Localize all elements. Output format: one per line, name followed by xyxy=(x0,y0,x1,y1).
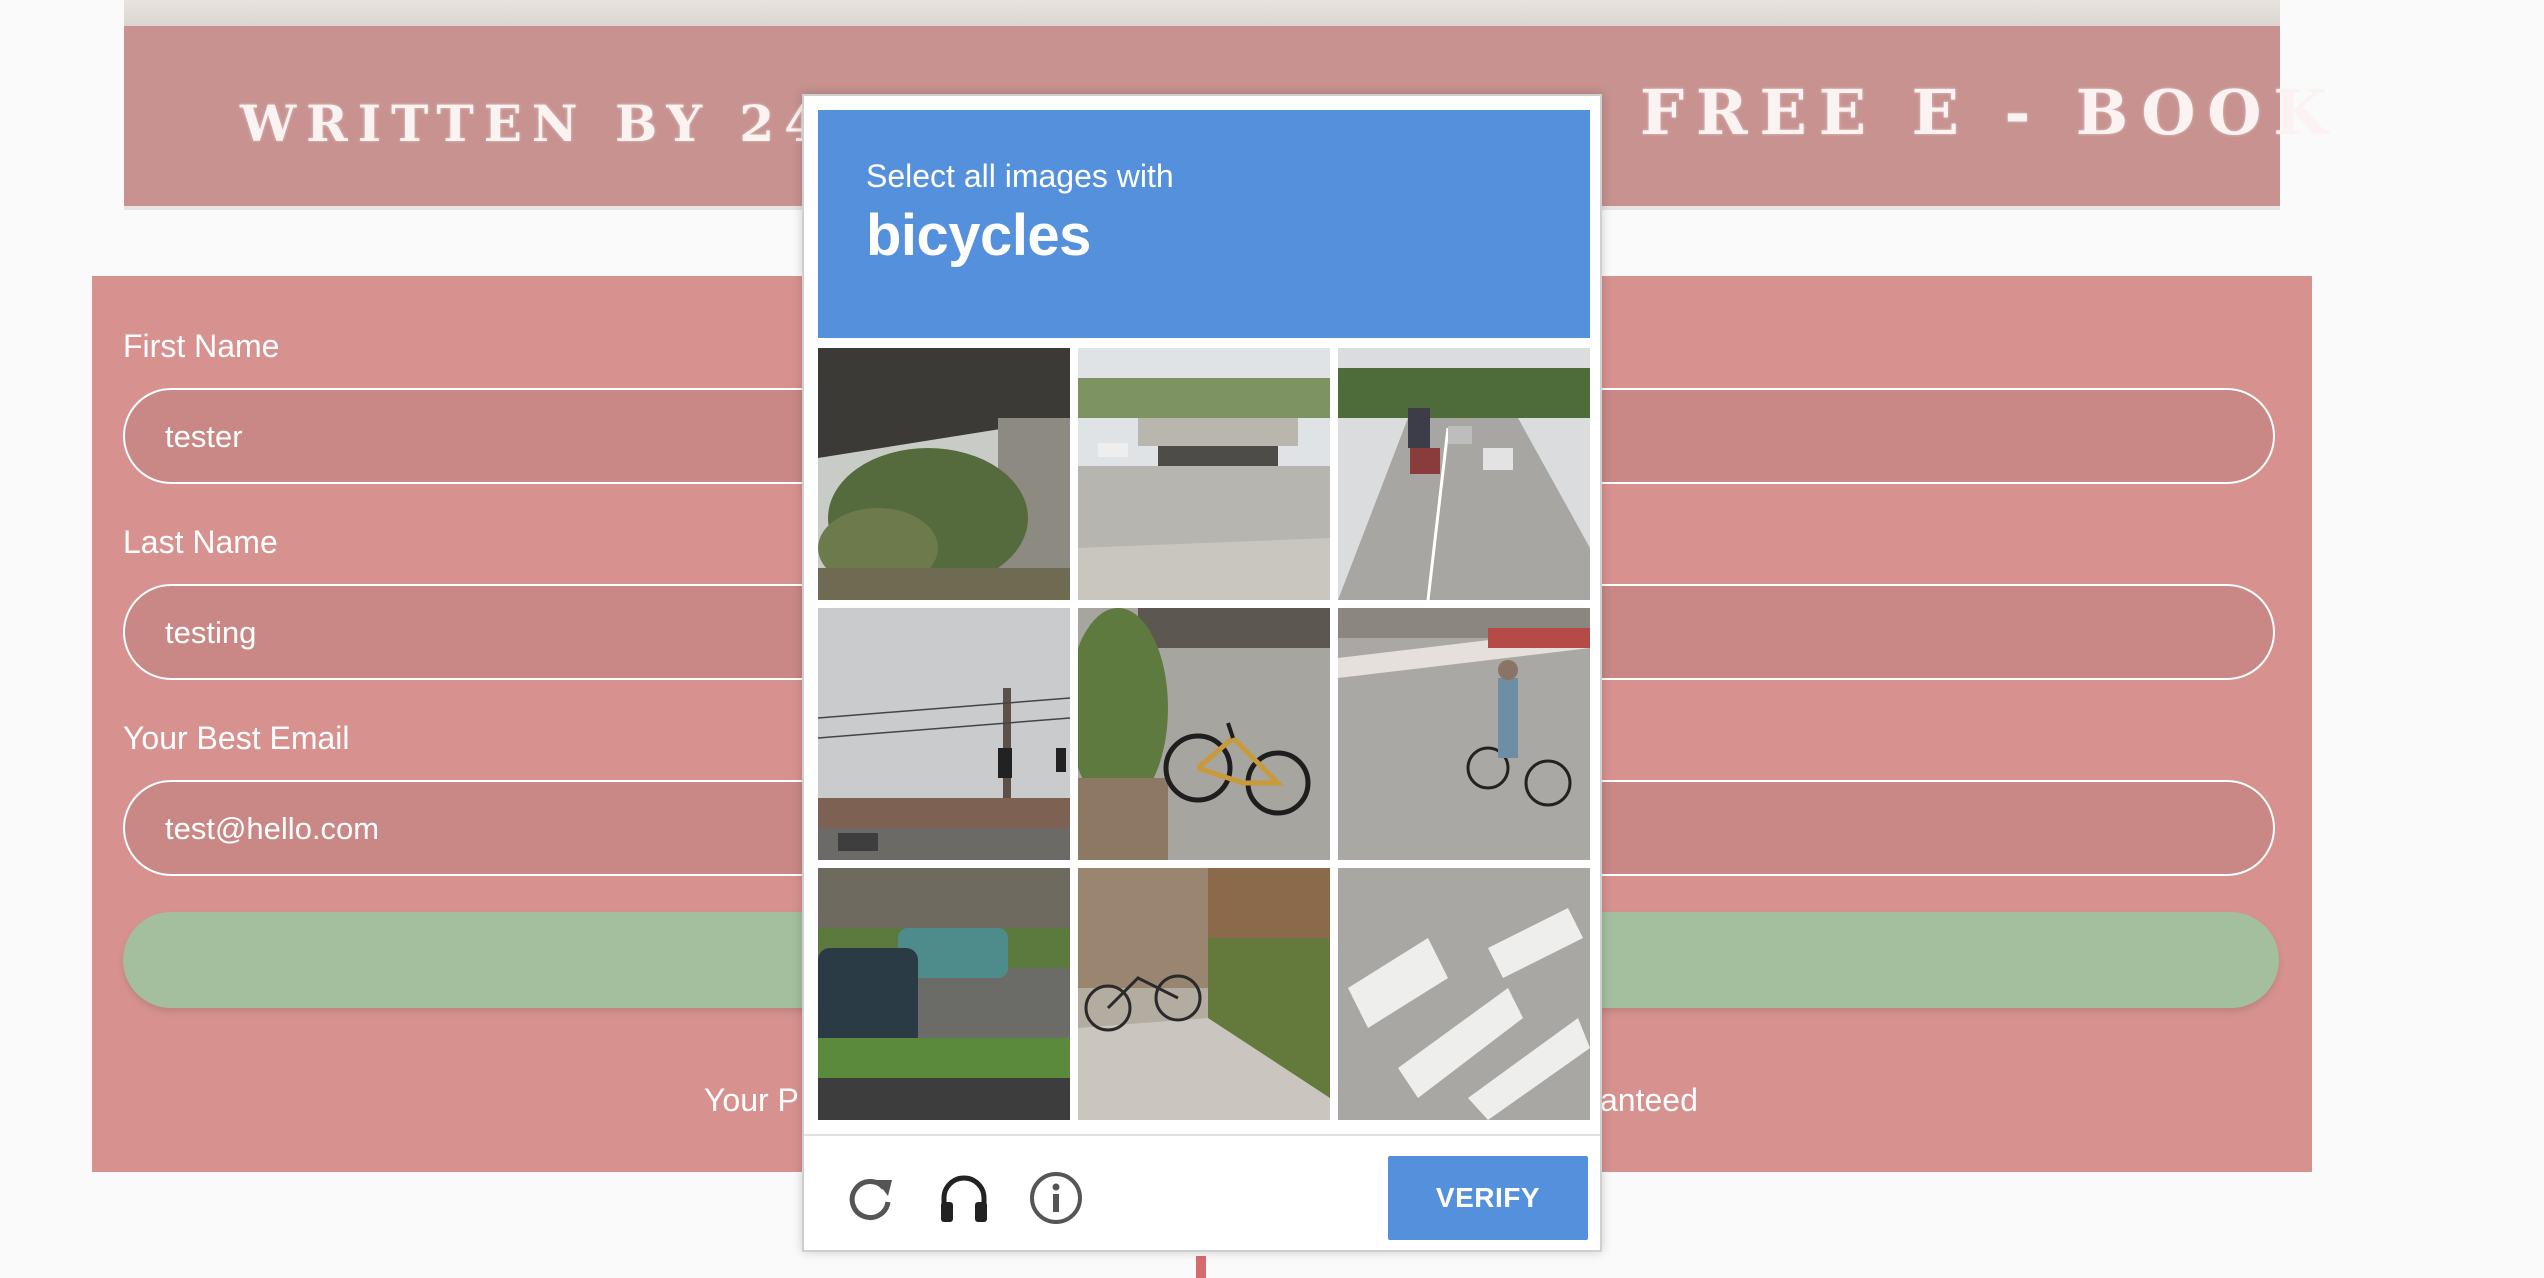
captcha-image-grid xyxy=(818,348,1590,1120)
headphones-icon[interactable] xyxy=(934,1168,994,1228)
captcha-challenge: Select all images with bicycles VERIFY xyxy=(802,94,1602,1252)
captcha-instruction: Select all images with xyxy=(866,158,1174,194)
banner-title-text: FREE E - BOOK xyxy=(1640,76,2340,149)
captcha-target: bicycles xyxy=(866,203,1091,268)
captcha-tile-8[interactable] xyxy=(1078,868,1330,1120)
divider-accent xyxy=(1196,1256,1206,1278)
captcha-tile-3[interactable] xyxy=(1338,348,1590,600)
captcha-tile-7[interactable] xyxy=(818,868,1070,1120)
last-name-label: Last Name xyxy=(123,524,278,560)
privacy-text-left: Your P xyxy=(704,1082,799,1118)
privacy-text-right: anteed xyxy=(1600,1082,1698,1118)
captcha-tile-5[interactable] xyxy=(1078,608,1330,860)
page: WRITTEN BY 24-7 FREE E - BOOK First Name… xyxy=(0,0,2544,1278)
verify-button[interactable]: VERIFY xyxy=(1388,1156,1588,1240)
captcha-tile-4[interactable] xyxy=(818,608,1070,860)
first-name-label: First Name xyxy=(123,328,280,364)
captcha-tile-6[interactable] xyxy=(1338,608,1590,860)
captcha-footer-divider xyxy=(804,1134,1600,1136)
info-icon[interactable] xyxy=(1026,1168,1086,1228)
captcha-tile-2[interactable] xyxy=(1078,348,1330,600)
captcha-tile-9[interactable] xyxy=(1338,868,1590,1120)
email-label: Your Best Email xyxy=(123,720,350,756)
captcha-header: Select all images with bicycles xyxy=(818,110,1590,338)
reload-icon[interactable] xyxy=(840,1168,900,1228)
hero-image-strip xyxy=(124,0,2280,26)
captcha-tile-1[interactable] xyxy=(818,348,1070,600)
